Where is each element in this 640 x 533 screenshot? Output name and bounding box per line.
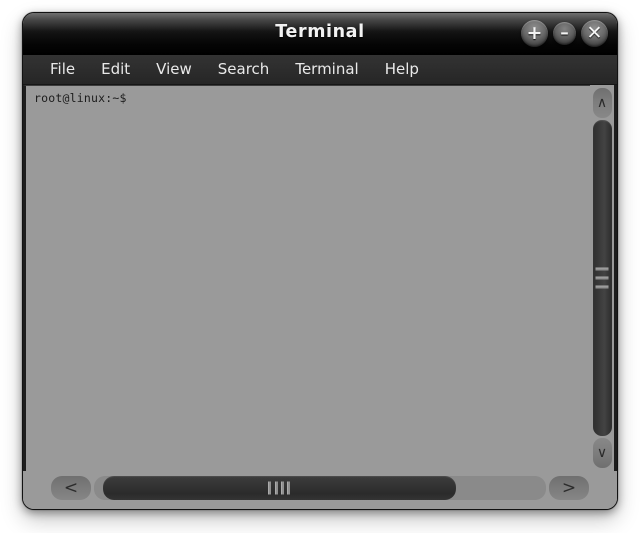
horizontal-thumb-grip-icon [268,481,291,495]
horizontal-scroll-thumb[interactable] [103,476,456,500]
menu-item-edit[interactable]: Edit [88,58,143,81]
menu-item-search[interactable]: Search [205,58,283,81]
screenshot-stage: Terminal + – ✕ File Edit View Search Ter… [0,0,640,533]
vertical-thumb-grip-icon [595,267,609,289]
window-titlebar[interactable]: Terminal + – ✕ [23,13,617,55]
scroll-up-arrow-icon[interactable]: ∧ [592,88,612,118]
terminal-prompt: root@linux:~$ [34,91,127,105]
menu-item-terminal[interactable]: Terminal [282,58,371,81]
vertical-scroll-thumb[interactable] [592,120,612,436]
menubar: File Edit View Search Terminal Help [23,55,617,85]
minimize-button[interactable]: – [553,22,576,45]
plus-icon: + [526,22,543,44]
minus-icon: – [560,23,569,43]
close-button[interactable]: ✕ [581,20,608,47]
window-body: root@linux:~$ ∧ ∨ < > [23,85,617,509]
scroll-right-arrow-icon[interactable]: > [549,476,589,500]
scroll-down-arrow-icon[interactable]: ∨ [592,438,612,468]
scroll-left-arrow-icon[interactable]: < [51,476,91,500]
menu-item-view[interactable]: View [143,58,205,81]
menu-item-help[interactable]: Help [372,58,432,81]
menu-item-file[interactable]: File [37,58,88,81]
horizontal-scrollbar[interactable]: < > [23,471,617,509]
terminal-window: Terminal + – ✕ File Edit View Search Ter… [22,12,618,510]
vertical-scrollbar[interactable]: ∧ ∨ [590,85,617,471]
horizontal-scroll-track[interactable] [94,476,546,500]
close-icon: ✕ [586,22,603,44]
terminal-output-area[interactable]: root@linux:~$ [23,85,590,471]
vertical-scroll-track[interactable] [592,120,612,436]
window-controls: + – ✕ [521,20,608,47]
maximize-button[interactable]: + [521,20,548,47]
